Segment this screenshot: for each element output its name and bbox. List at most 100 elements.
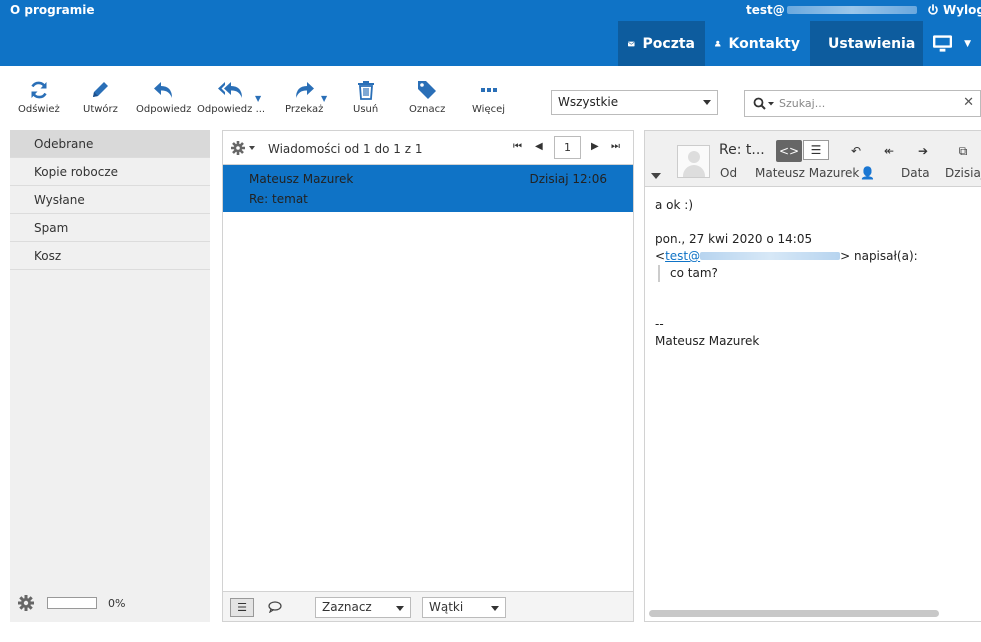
quota-bar xyxy=(47,597,97,609)
folder-item-spam[interactable]: Spam xyxy=(10,214,210,242)
nav-settings[interactable]: Ustawienia xyxy=(810,21,923,66)
search-box[interactable]: Szukaj... ✕ xyxy=(744,90,981,117)
forward-button[interactable]: Przekaż xyxy=(285,80,323,115)
forward-small-icon[interactable]: ➔ xyxy=(910,140,936,162)
preview-subject: Re: t... xyxy=(719,142,765,158)
forward-icon xyxy=(296,82,315,98)
plain-text-view-button[interactable]: ☰ xyxy=(803,140,829,160)
message-list-header: Wiadomości od 1 do 1 z 1 ⏮ ◀ 1 ▶ ⏭ xyxy=(223,131,633,165)
chevron-down-icon: ▼ xyxy=(964,38,971,49)
chevron-down-icon xyxy=(491,606,499,611)
thread-view-icon[interactable] xyxy=(268,601,282,613)
refresh-button[interactable]: Odśwież xyxy=(18,80,60,115)
last-page-icon[interactable]: ⏭ xyxy=(611,141,620,152)
collapse-header-icon[interactable] xyxy=(651,173,661,179)
select-label: Zaznacz xyxy=(322,600,372,614)
quote-attribution: <test@ > napisał(a): xyxy=(655,248,918,265)
folder-item-inbox[interactable]: Odebrane xyxy=(10,130,210,158)
tag-icon xyxy=(418,81,437,99)
nav-screen-menu[interactable]: ▼ xyxy=(923,21,981,66)
next-page-icon[interactable]: ▶ xyxy=(591,141,599,152)
signature: Mateusz Mazurek xyxy=(655,334,760,348)
chevron-down-icon xyxy=(396,606,404,611)
folder-item-sent[interactable]: Wysłane xyxy=(10,186,210,214)
reply-button[interactable]: Odpowiedz xyxy=(136,80,191,115)
message-subject: Re: temat xyxy=(249,192,308,206)
quoted-block: co tam? xyxy=(658,265,918,282)
quoted-text: co tam? xyxy=(670,266,718,280)
reply-all-small-icon[interactable]: ↞ xyxy=(876,140,902,162)
reply-label: Odpowiedz xyxy=(136,104,192,115)
more-icon xyxy=(480,88,497,92)
forward-dropdown-icon[interactable]: ▼ xyxy=(321,94,327,103)
reply-all-dropdown-icon[interactable]: ▼ xyxy=(255,94,261,103)
message-count-title: Wiadomości od 1 do 1 z 1 xyxy=(268,142,423,156)
filter-value: Wszystkie xyxy=(558,95,619,109)
mark-button[interactable]: Oznacz xyxy=(409,80,445,115)
date-value: Dzisiaj xyxy=(945,166,981,180)
message-list-footer: ☰ Zaznacz Wątki xyxy=(223,591,633,621)
from-value[interactable]: Mateusz Mazurek xyxy=(755,166,859,180)
user-account: test@ xyxy=(746,3,917,17)
quota-percent: 0% xyxy=(108,597,126,610)
folder-list: Odebrane Kopie robocze Wysłane Spam Kosz… xyxy=(10,130,210,622)
reply-small-icon[interactable]: ↶ xyxy=(843,140,869,162)
page-number-input[interactable]: 1 xyxy=(554,136,581,159)
mark-label: Oznacz xyxy=(409,104,446,115)
open-window-icon[interactable]: ⧉ xyxy=(950,140,976,162)
date-label: Data xyxy=(901,166,930,180)
select-dropdown[interactable]: Zaznacz xyxy=(315,597,411,618)
redacted-email xyxy=(700,252,841,260)
threads-dropdown[interactable]: Wątki xyxy=(422,597,506,618)
message-body: a ok :) pon., 27 kwi 2020 o 14:05 <test@… xyxy=(655,197,918,350)
nav-mail-label: Poczta xyxy=(642,35,695,52)
search-input[interactable]: Szukaj... xyxy=(779,97,825,110)
top-bar: O programie test@ Wylogu Poczta Kontakty… xyxy=(0,0,981,66)
add-contact-icon[interactable]: 👤 xyxy=(860,166,875,180)
folder-item-trash[interactable]: Kosz xyxy=(10,242,210,270)
nav-settings-label: Ustawienia xyxy=(828,35,916,52)
message-date: Dzisiaj 12:06 xyxy=(529,172,607,186)
about-link[interactable]: O programie xyxy=(10,3,95,17)
redacted-email xyxy=(786,6,917,14)
body-line: a ok :) xyxy=(655,198,693,212)
quote-email-link[interactable]: test@ xyxy=(665,249,700,263)
quote-from-suffix: > napisał(a): xyxy=(840,249,918,263)
horizontal-scrollbar[interactable] xyxy=(649,610,939,617)
refresh-label: Odśwież xyxy=(18,104,60,115)
list-view-button[interactable]: ☰ xyxy=(230,598,254,617)
nav-mail[interactable]: Poczta xyxy=(618,21,705,66)
message-list: Wiadomości od 1 do 1 z 1 ⏮ ◀ 1 ▶ ⏭ Mateu… xyxy=(222,130,634,622)
delete-label: Usuń xyxy=(353,104,379,115)
reply-icon xyxy=(153,82,172,98)
user-icon xyxy=(715,40,721,47)
message-from: Mateusz Mazurek xyxy=(249,172,354,186)
more-button[interactable]: Więcej xyxy=(472,80,505,115)
preview-header: Re: t... <> ☰ ↶ ↞ ➔ ⧉ Od Mateusz Mazurek… xyxy=(645,131,981,187)
filter-select[interactable]: Wszystkie xyxy=(551,90,718,115)
list-options-gear-icon[interactable] xyxy=(231,141,257,155)
nav-contacts[interactable]: Kontakty xyxy=(705,21,810,66)
html-view-button[interactable]: <> xyxy=(776,140,802,162)
folder-item-drafts[interactable]: Kopie robocze xyxy=(10,158,210,186)
quote-from-prefix: < xyxy=(655,249,666,263)
gear-icon[interactable] xyxy=(18,595,34,611)
clear-search-icon[interactable]: ✕ xyxy=(963,95,974,110)
forward-label: Przekaż xyxy=(285,104,324,115)
user-email: test@ xyxy=(746,3,785,17)
pencil-icon xyxy=(93,82,109,97)
sender-avatar xyxy=(677,145,710,178)
message-row[interactable]: Mateusz Mazurek Dzisiaj 12:06 Re: temat xyxy=(223,165,633,212)
previous-page-icon[interactable]: ◀ xyxy=(535,141,543,152)
search-icon[interactable] xyxy=(753,97,775,111)
logout-button[interactable]: Wylogu xyxy=(927,3,981,17)
more-label: Więcej xyxy=(472,104,506,115)
envelope-icon xyxy=(628,41,635,46)
refresh-icon xyxy=(31,81,47,99)
compose-label: Utwórz xyxy=(83,104,118,115)
monitor-icon xyxy=(933,35,953,52)
compose-button[interactable]: Utwórz xyxy=(83,80,118,115)
from-label: Od xyxy=(720,166,738,180)
delete-button[interactable]: Usuń xyxy=(353,80,378,115)
first-page-icon[interactable]: ⏮ xyxy=(513,141,522,152)
